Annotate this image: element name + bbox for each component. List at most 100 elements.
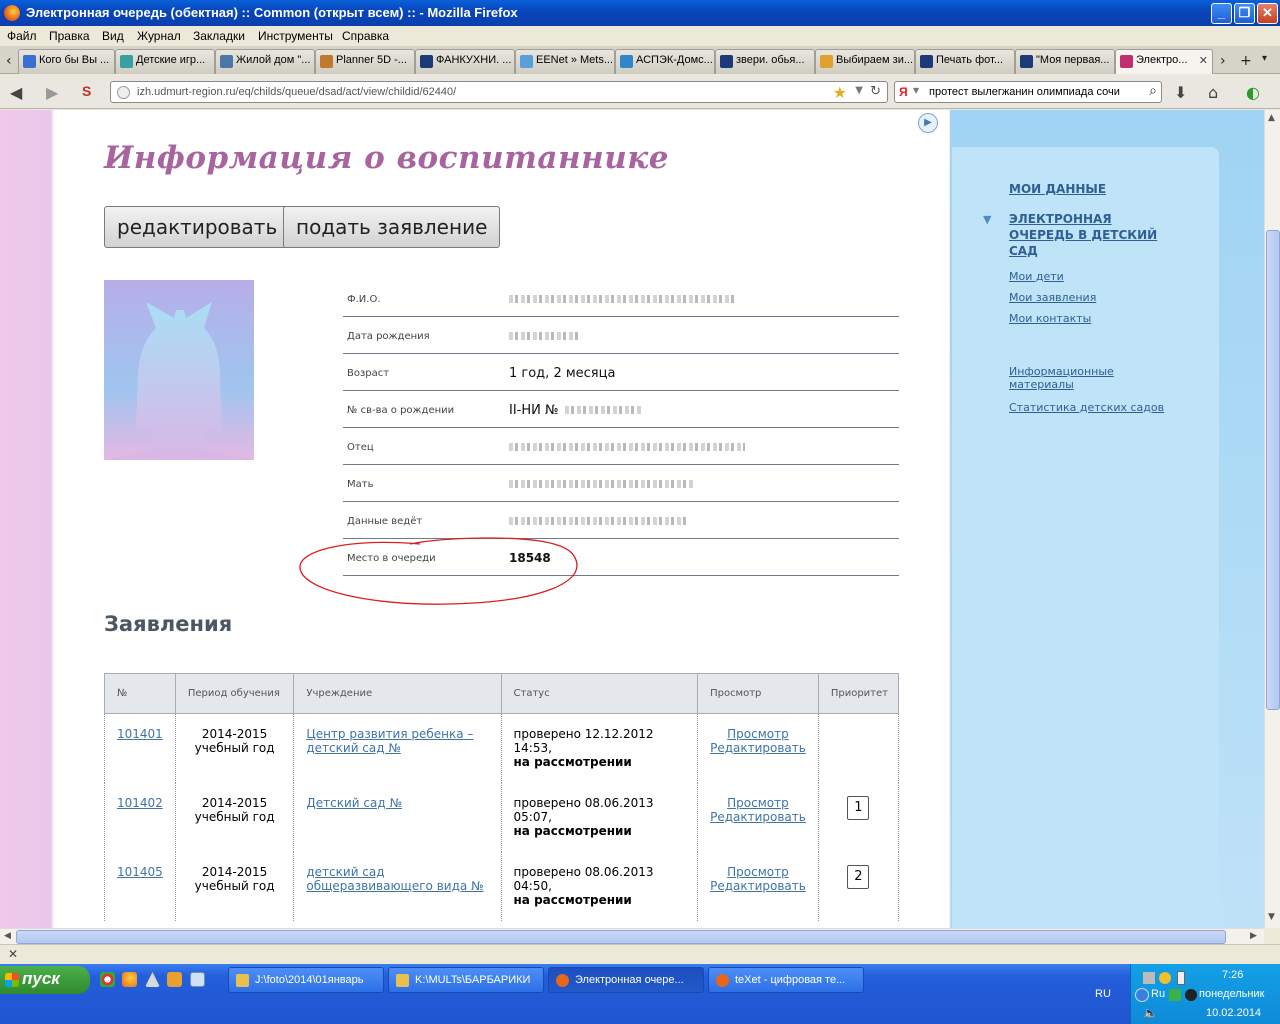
tab-1[interactable]: Детские игр... [115,49,215,74]
tray-arrow-icon[interactable] [1135,988,1149,1002]
menu-file[interactable]: Файл [7,29,37,43]
vertical-scroll-thumb[interactable] [1266,230,1280,710]
menu-history[interactable]: Журнал [137,29,181,43]
application-number-link[interactable]: 101401 [117,727,163,741]
menu-tools[interactable]: Инструменты [258,29,333,43]
url-dropdown-icon[interactable]: ▼ [855,85,863,96]
tab-scroll-left-icon[interactable]: ‹ [6,53,12,69]
tab-10[interactable]: "Моя первая... [1015,49,1115,74]
taskbar-button-2[interactable]: Электронная очере... [548,967,704,993]
tab-0[interactable]: Кого бы Вы ... [18,49,115,74]
tab-list-icon[interactable]: ▾ [1262,53,1267,64]
yandex-engine-icon[interactable]: Я [899,85,908,99]
tab-11-active[interactable]: Электро... ✕ [1115,49,1213,74]
battery-icon[interactable] [1177,971,1185,985]
url-bar[interactable]: izh.udmurt-region.ru/eq/childs/queue/dsa… [110,81,888,103]
forward-arrow-icon[interactable]: ▶ [46,83,58,102]
tab-close-icon[interactable]: ✕ [1199,54,1208,67]
winamp-icon[interactable] [167,972,182,987]
horizontal-scrollbar[interactable]: ◀ ▶ [0,928,1264,944]
addon-si-icon[interactable]: S [82,83,91,99]
start-button[interactable]: пуск [0,966,90,994]
menu-bookmarks[interactable]: Закладки [193,29,245,43]
view-link[interactable]: Просмотр [727,865,789,879]
institution-link[interactable]: детский сад общеразвивающего вида № [306,865,483,893]
edit-link[interactable]: Редактировать [710,741,806,755]
close-findbar-icon[interactable]: ✕ [8,947,18,961]
taskbar-button-0[interactable]: J:\foto\2014\01январь [228,967,384,993]
sidebar-my-children-link[interactable]: Мои дети [1009,270,1064,283]
tab-9[interactable]: Печать фот... [915,49,1015,74]
site-identity-icon[interactable] [117,86,130,99]
edit-link[interactable]: Редактировать [710,810,806,824]
maximize-button[interactable]: ❐ [1234,3,1255,24]
cell-institution: Центр развития ребенка – детский сад № [293,713,502,783]
show-desktop-icon[interactable] [190,972,205,987]
tab-3[interactable]: Planner 5D -... [315,49,415,74]
tab-2[interactable]: Жилой дом "... [215,49,315,74]
page-viewport: ▶ Информация о воспитаннике редактироват… [0,110,1264,928]
new-tab-icon[interactable]: + [1240,53,1252,69]
edit-link[interactable]: Редактировать [710,879,806,893]
status-bold: на рассмотрении [513,892,632,907]
firefox-quicklaunch-icon[interactable] [122,972,137,987]
tray-app3-icon[interactable] [1185,989,1197,1001]
sidebar-statistics-link[interactable]: Статистика детских садов [1009,401,1164,414]
sidebar-info-materials-link[interactable]: Информационные материалы [1009,365,1129,391]
scroll-left-icon[interactable]: ◀ [4,931,11,941]
start-label: пуск [22,969,60,988]
search-input[interactable]: протест вылегжанин олимпиада сочи [929,86,1120,98]
institution-link[interactable]: Центр развития ребенка – детский сад № [306,727,473,755]
language-indicator[interactable]: RU [1095,988,1111,1000]
engine-dropdown-icon[interactable]: ▼ [913,86,919,95]
tab-4[interactable]: ФАНКУХНИ. ... [415,49,515,74]
priority-box: 1 [847,795,870,820]
search-icon[interactable]: ⌕ [1149,83,1157,99]
scroll-down-icon[interactable]: ▼ [1268,912,1275,922]
menu-view[interactable]: Вид [102,29,124,43]
reload-icon[interactable]: ↻ [870,84,881,99]
tray-app2-icon[interactable] [1169,989,1181,1001]
sidebar-my-applications-link[interactable]: Мои заявления [1009,291,1096,304]
tab-scroll-right-icon[interactable]: › [1220,53,1226,69]
scroll-up-icon[interactable]: ▲ [1268,113,1275,123]
apply-button[interactable]: подать заявление [283,206,501,248]
sidebar-my-contacts-link[interactable]: Мои контакты [1009,312,1091,325]
back-arrow-icon[interactable]: ◀ [10,83,22,102]
tray-app-icon[interactable] [1159,972,1171,984]
view-link[interactable]: Просмотр [727,796,789,810]
play-icon[interactable]: ▶ [918,113,938,133]
edit-button[interactable]: редактировать [104,206,291,248]
horizontal-scroll-thumb[interactable] [16,930,1226,944]
application-number-link[interactable]: 101402 [117,796,163,810]
taskbar-button-1[interactable]: K:\MULTs\БАРБАРИКИ [388,967,544,993]
application-number-link[interactable]: 101405 [117,865,163,879]
download-icon[interactable]: ⬇ [1174,83,1187,102]
chrome-icon[interactable] [100,972,115,987]
view-link[interactable]: Просмотр [727,727,789,741]
tab-5[interactable]: EENet » Mets... [515,49,615,74]
sidebar-queue-link[interactable]: ЭЛЕКТРОННАЯ ОЧЕРЕДЬ В ДЕТСКИЙ САД [1009,211,1179,259]
taskbar-button-3[interactable]: teXet - цифровая те... [708,967,864,993]
addon-green-icon[interactable]: ◐ [1246,83,1260,102]
tray-language[interactable]: Ru [1151,988,1165,1000]
tab-6[interactable]: АСПЭК-Домс... [615,49,715,74]
scroll-right-icon[interactable]: ▶ [1250,931,1257,941]
menu-edit[interactable]: Правка [49,29,90,43]
close-button[interactable]: ✕ [1257,3,1278,24]
institution-link[interactable]: Детский сад № [306,796,402,810]
cell-number: 101405 [104,851,176,921]
menu-help[interactable]: Справка [342,29,389,43]
home-icon[interactable]: ⌂ [1208,83,1218,102]
volume-icon[interactable]: 🔈 [1143,1006,1158,1020]
network-tray-icon[interactable] [1143,972,1155,984]
tab-7[interactable]: звери. обья... [715,49,815,74]
vertical-scrollbar[interactable]: ▲ ▼ [1264,110,1280,928]
search-bar[interactable]: Я ▼ протест вылегжанин олимпиада сочи ⌕ [894,81,1162,103]
bookmark-star-icon[interactable]: ★ [833,83,847,102]
minimize-button[interactable]: _ [1211,3,1232,24]
sidebar-my-data-link[interactable]: МОИ ДАННЫЕ [1009,181,1179,197]
tab-8[interactable]: Выбираем зи... [815,49,915,74]
utility-icon[interactable] [145,972,160,987]
cell-view: Просмотр Редактировать [697,851,819,921]
